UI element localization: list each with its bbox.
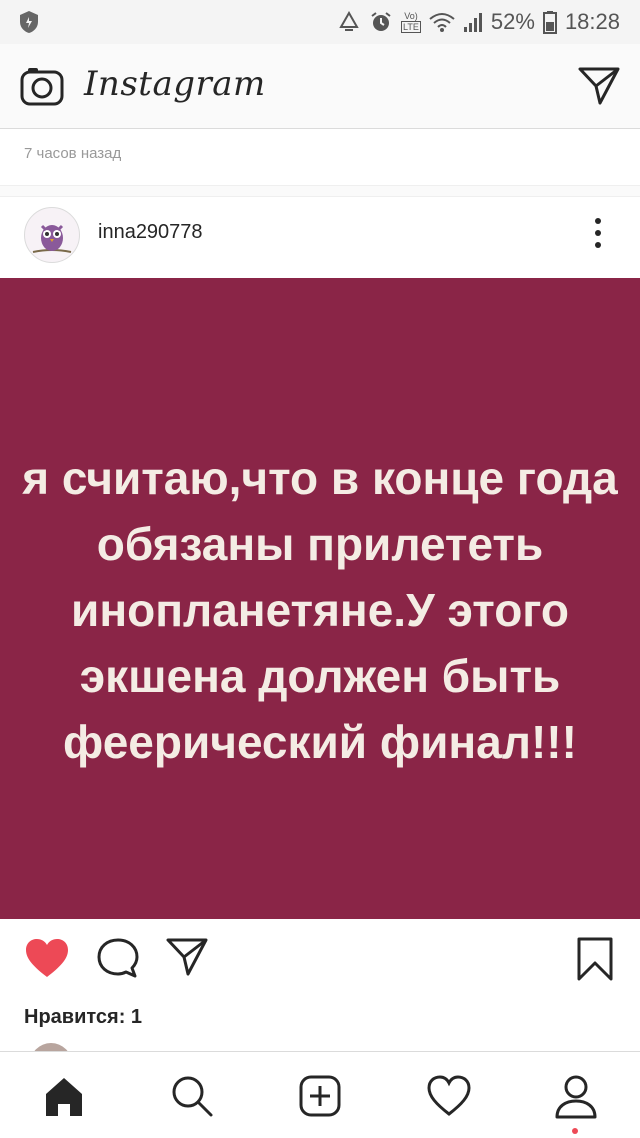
instagram-logo[interactable]: Instagram [84,64,266,104]
home-icon[interactable] [42,1074,86,1118]
like-heart-icon[interactable] [24,937,70,984]
battery-percent: 52% [490,9,535,34]
status-bar: Vo) LTE 52% 18:28 [0,0,640,44]
recycle-icon [337,11,361,33]
battery-icon [542,10,557,34]
likes-count[interactable]: Нравится: 1 [24,1006,142,1029]
notification-dot [572,1128,578,1134]
direct-message-icon[interactable] [578,66,620,111]
owl-avatar-icon [32,224,72,253]
avatar[interactable] [24,207,80,263]
post-username[interactable]: inna290778 [98,221,203,244]
search-icon[interactable] [170,1074,214,1118]
post-image[interactable]: я считаю,что в конце года обязаны прилет… [0,278,640,919]
volte-label: Vo) [404,11,418,21]
instagram-screen: Vo) LTE 52% 18:28 Instagram 7 часов наза… [0,0,640,1138]
next-post-avatar-remnant [30,1043,72,1051]
new-post-icon[interactable] [298,1074,342,1118]
app-header: Instagram [0,44,640,129]
wifi-icon [429,11,455,33]
bottom-navigation [0,1051,640,1138]
volte-lte-icon: Vo) LTE [401,11,421,33]
activity-heart-icon[interactable] [426,1074,471,1118]
lte-label: LTE [401,21,421,33]
comment-icon[interactable] [96,937,140,984]
signal-icon [463,11,483,33]
shield-icon [18,10,40,39]
previous-post-timestamp: 7 часов назад [24,145,122,162]
camera-icon[interactable] [20,66,64,111]
feed[interactable]: 7 часов назад inna290778 я считаю,что в … [0,129,640,1051]
clock: 18:28 [564,9,620,34]
alarm-icon [369,10,393,34]
post-image-text: я считаю,что в конце года обязаны прилет… [22,451,618,768]
post-actions [0,919,640,999]
profile-icon[interactable] [554,1074,598,1119]
share-icon[interactable] [166,937,208,982]
more-options-icon[interactable] [586,213,610,253]
bookmark-icon[interactable] [576,937,614,986]
post-header: inna290778 [0,195,640,278]
